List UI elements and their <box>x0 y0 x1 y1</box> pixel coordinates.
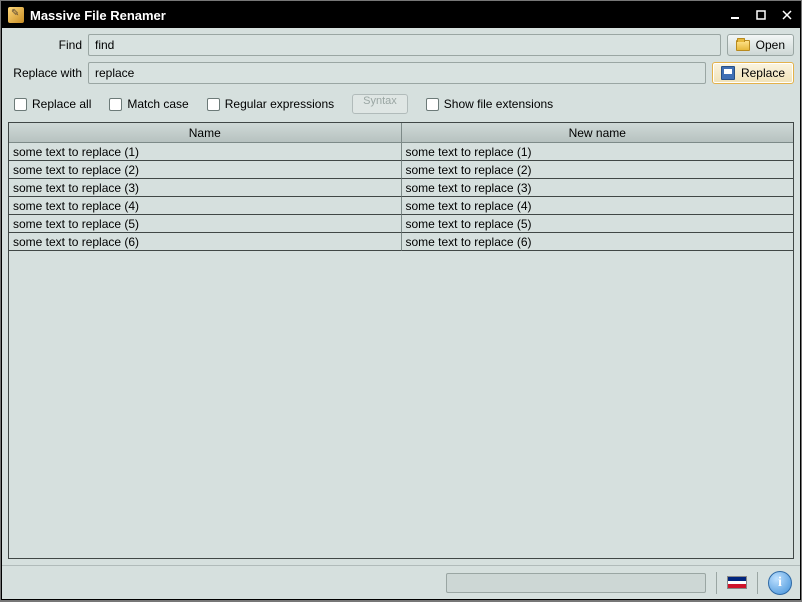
cell-name: some text to replace (5) <box>9 215 402 233</box>
app-window: Massive File Renamer Find Open Replace w… <box>1 1 801 600</box>
open-button[interactable]: Open <box>727 34 794 56</box>
find-label: Find <box>8 38 82 52</box>
cell-new-name: some text to replace (6) <box>402 233 794 251</box>
close-button[interactable] <box>774 2 800 28</box>
app-icon <box>8 7 24 23</box>
replace-all-checkbox[interactable]: Replace all <box>14 97 91 111</box>
maximize-button[interactable] <box>748 2 774 28</box>
minimize-button[interactable] <box>722 2 748 28</box>
options-row: Replace all Match case Regular expressio… <box>14 94 794 114</box>
find-row: Find Open <box>8 34 794 56</box>
match-case-label: Match case <box>127 97 188 111</box>
cell-name: some text to replace (6) <box>9 233 402 251</box>
replace-button-label: Replace <box>741 66 785 80</box>
replace-button[interactable]: Replace <box>712 62 794 84</box>
cell-new-name: some text to replace (2) <box>402 161 794 179</box>
statusbar: i <box>2 565 800 599</box>
cell-new-name: some text to replace (3) <box>402 179 794 197</box>
table-header: Name New name <box>9 123 793 143</box>
syntax-button: Syntax <box>352 94 408 114</box>
regex-checkbox[interactable]: Regular expressions <box>207 97 334 111</box>
folder-icon <box>736 40 750 51</box>
separator <box>757 572 758 594</box>
table-body[interactable]: some text to replace (1)some text to rep… <box>9 143 793 558</box>
match-case-checkbox[interactable]: Match case <box>109 97 188 111</box>
checkbox-box <box>109 98 122 111</box>
cell-new-name: some text to replace (1) <box>402 143 794 161</box>
table-row[interactable]: some text to replace (5)some text to rep… <box>9 215 793 233</box>
replace-label: Replace with <box>8 66 82 80</box>
show-extensions-checkbox[interactable]: Show file extensions <box>426 97 553 111</box>
show-extensions-label: Show file extensions <box>444 97 553 111</box>
info-icon[interactable]: i <box>768 571 792 595</box>
client-area: Find Open Replace with Replace Replace a… <box>2 28 800 565</box>
save-icon <box>721 66 735 80</box>
separator <box>716 572 717 594</box>
files-table: Name New name some text to replace (1)so… <box>8 122 794 559</box>
column-header-name[interactable]: Name <box>9 123 402 143</box>
flag-stripe <box>728 584 746 588</box>
checkbox-box <box>207 98 220 111</box>
table-row[interactable]: some text to replace (2)some text to rep… <box>9 161 793 179</box>
cell-name: some text to replace (4) <box>9 197 402 215</box>
cell-name: some text to replace (2) <box>9 161 402 179</box>
column-header-new-name[interactable]: New name <box>402 123 794 143</box>
checkbox-box <box>426 98 439 111</box>
table-row[interactable]: some text to replace (3)some text to rep… <box>9 179 793 197</box>
replace-all-label: Replace all <box>32 97 91 111</box>
window-title: Massive File Renamer <box>30 8 166 23</box>
cell-name: some text to replace (3) <box>9 179 402 197</box>
titlebar: Massive File Renamer <box>2 2 800 28</box>
cell-name: some text to replace (1) <box>9 143 402 161</box>
find-input[interactable] <box>88 34 721 56</box>
regex-label: Regular expressions <box>225 97 334 111</box>
status-box <box>446 573 706 593</box>
open-button-label: Open <box>756 38 785 52</box>
replace-row: Replace with Replace <box>8 62 794 84</box>
language-flag-icon[interactable] <box>727 576 747 589</box>
table-row[interactable]: some text to replace (6)some text to rep… <box>9 233 793 251</box>
cell-new-name: some text to replace (4) <box>402 197 794 215</box>
checkbox-box <box>14 98 27 111</box>
table-row[interactable]: some text to replace (4)some text to rep… <box>9 197 793 215</box>
cell-new-name: some text to replace (5) <box>402 215 794 233</box>
table-row[interactable]: some text to replace (1)some text to rep… <box>9 143 793 161</box>
replace-input[interactable] <box>88 62 706 84</box>
